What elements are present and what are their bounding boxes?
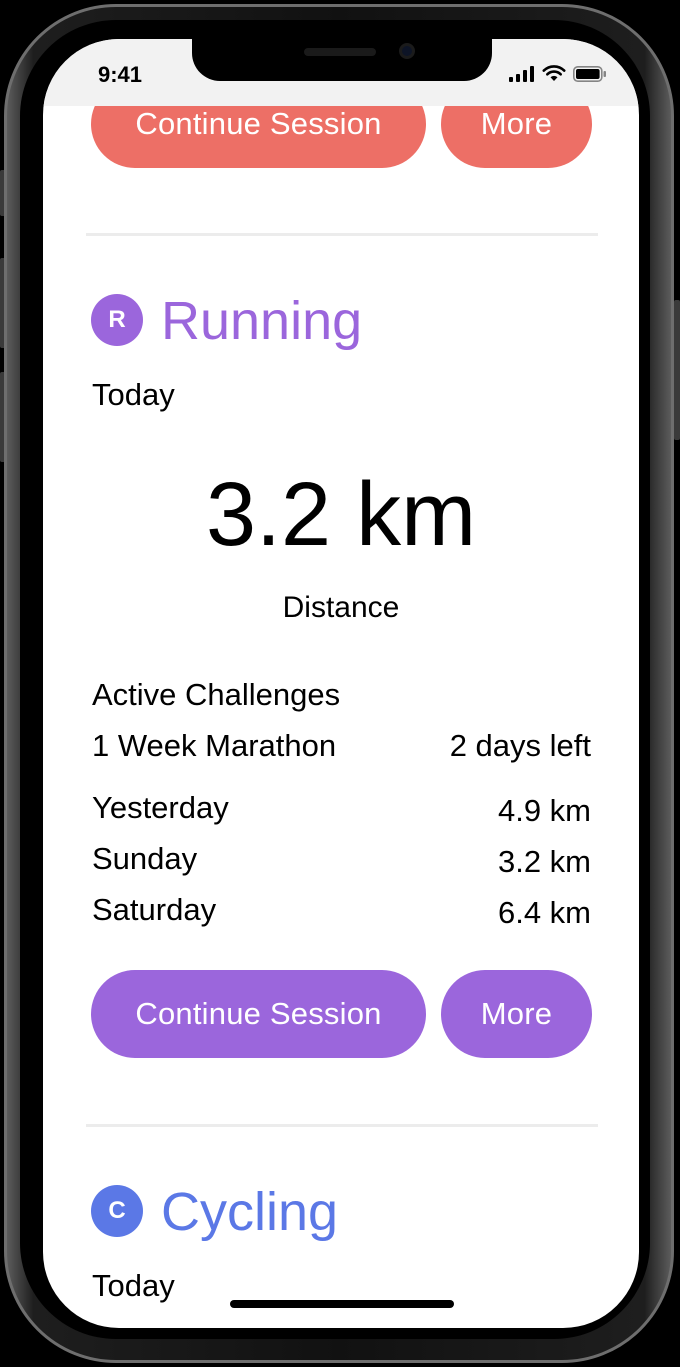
section-divider bbox=[86, 233, 598, 236]
active-challenges-heading: Active Challenges bbox=[92, 677, 341, 712]
section-divider bbox=[86, 1124, 598, 1127]
cycling-period: Today bbox=[92, 1268, 175, 1303]
history-day: Saturday bbox=[92, 892, 217, 927]
challenge-remaining: 2 days left bbox=[449, 728, 591, 763]
more-button[interactable]: More bbox=[441, 970, 592, 1058]
status-icons bbox=[509, 65, 607, 87]
home-indicator[interactable] bbox=[230, 1300, 454, 1308]
phone-device: Continue Session More R Running Today 3.… bbox=[0, 0, 680, 1367]
history-distance: 6.4 km bbox=[497, 895, 591, 930]
running-badge: R bbox=[91, 294, 143, 346]
cellular-signal-icon bbox=[509, 66, 535, 87]
phone-screen: Continue Session More R Running Today 3.… bbox=[43, 39, 639, 1328]
front-camera bbox=[399, 43, 415, 59]
challenge-name: 1 Week Marathon bbox=[92, 728, 337, 763]
speaker-grille bbox=[304, 48, 376, 56]
running-title: Running bbox=[161, 291, 363, 351]
wifi-icon bbox=[542, 65, 566, 87]
running-distance-caption: Distance bbox=[282, 591, 400, 624]
status-time: 9:41 bbox=[98, 62, 143, 87]
history-day: Sunday bbox=[92, 841, 198, 876]
cycling-badge: C bbox=[91, 1185, 143, 1237]
cycling-title: Cycling bbox=[161, 1182, 339, 1242]
power-button bbox=[674, 300, 680, 440]
history-distance: 4.9 km bbox=[497, 793, 591, 828]
notch bbox=[192, 39, 492, 81]
history-day: Yesterday bbox=[92, 790, 229, 825]
continue-session-button[interactable]: Continue Session bbox=[91, 970, 426, 1058]
running-period: Today bbox=[92, 377, 175, 412]
running-distance-value: 3.2 km bbox=[205, 465, 477, 565]
history-distance: 3.2 km bbox=[497, 844, 591, 879]
battery-icon bbox=[573, 66, 607, 87]
